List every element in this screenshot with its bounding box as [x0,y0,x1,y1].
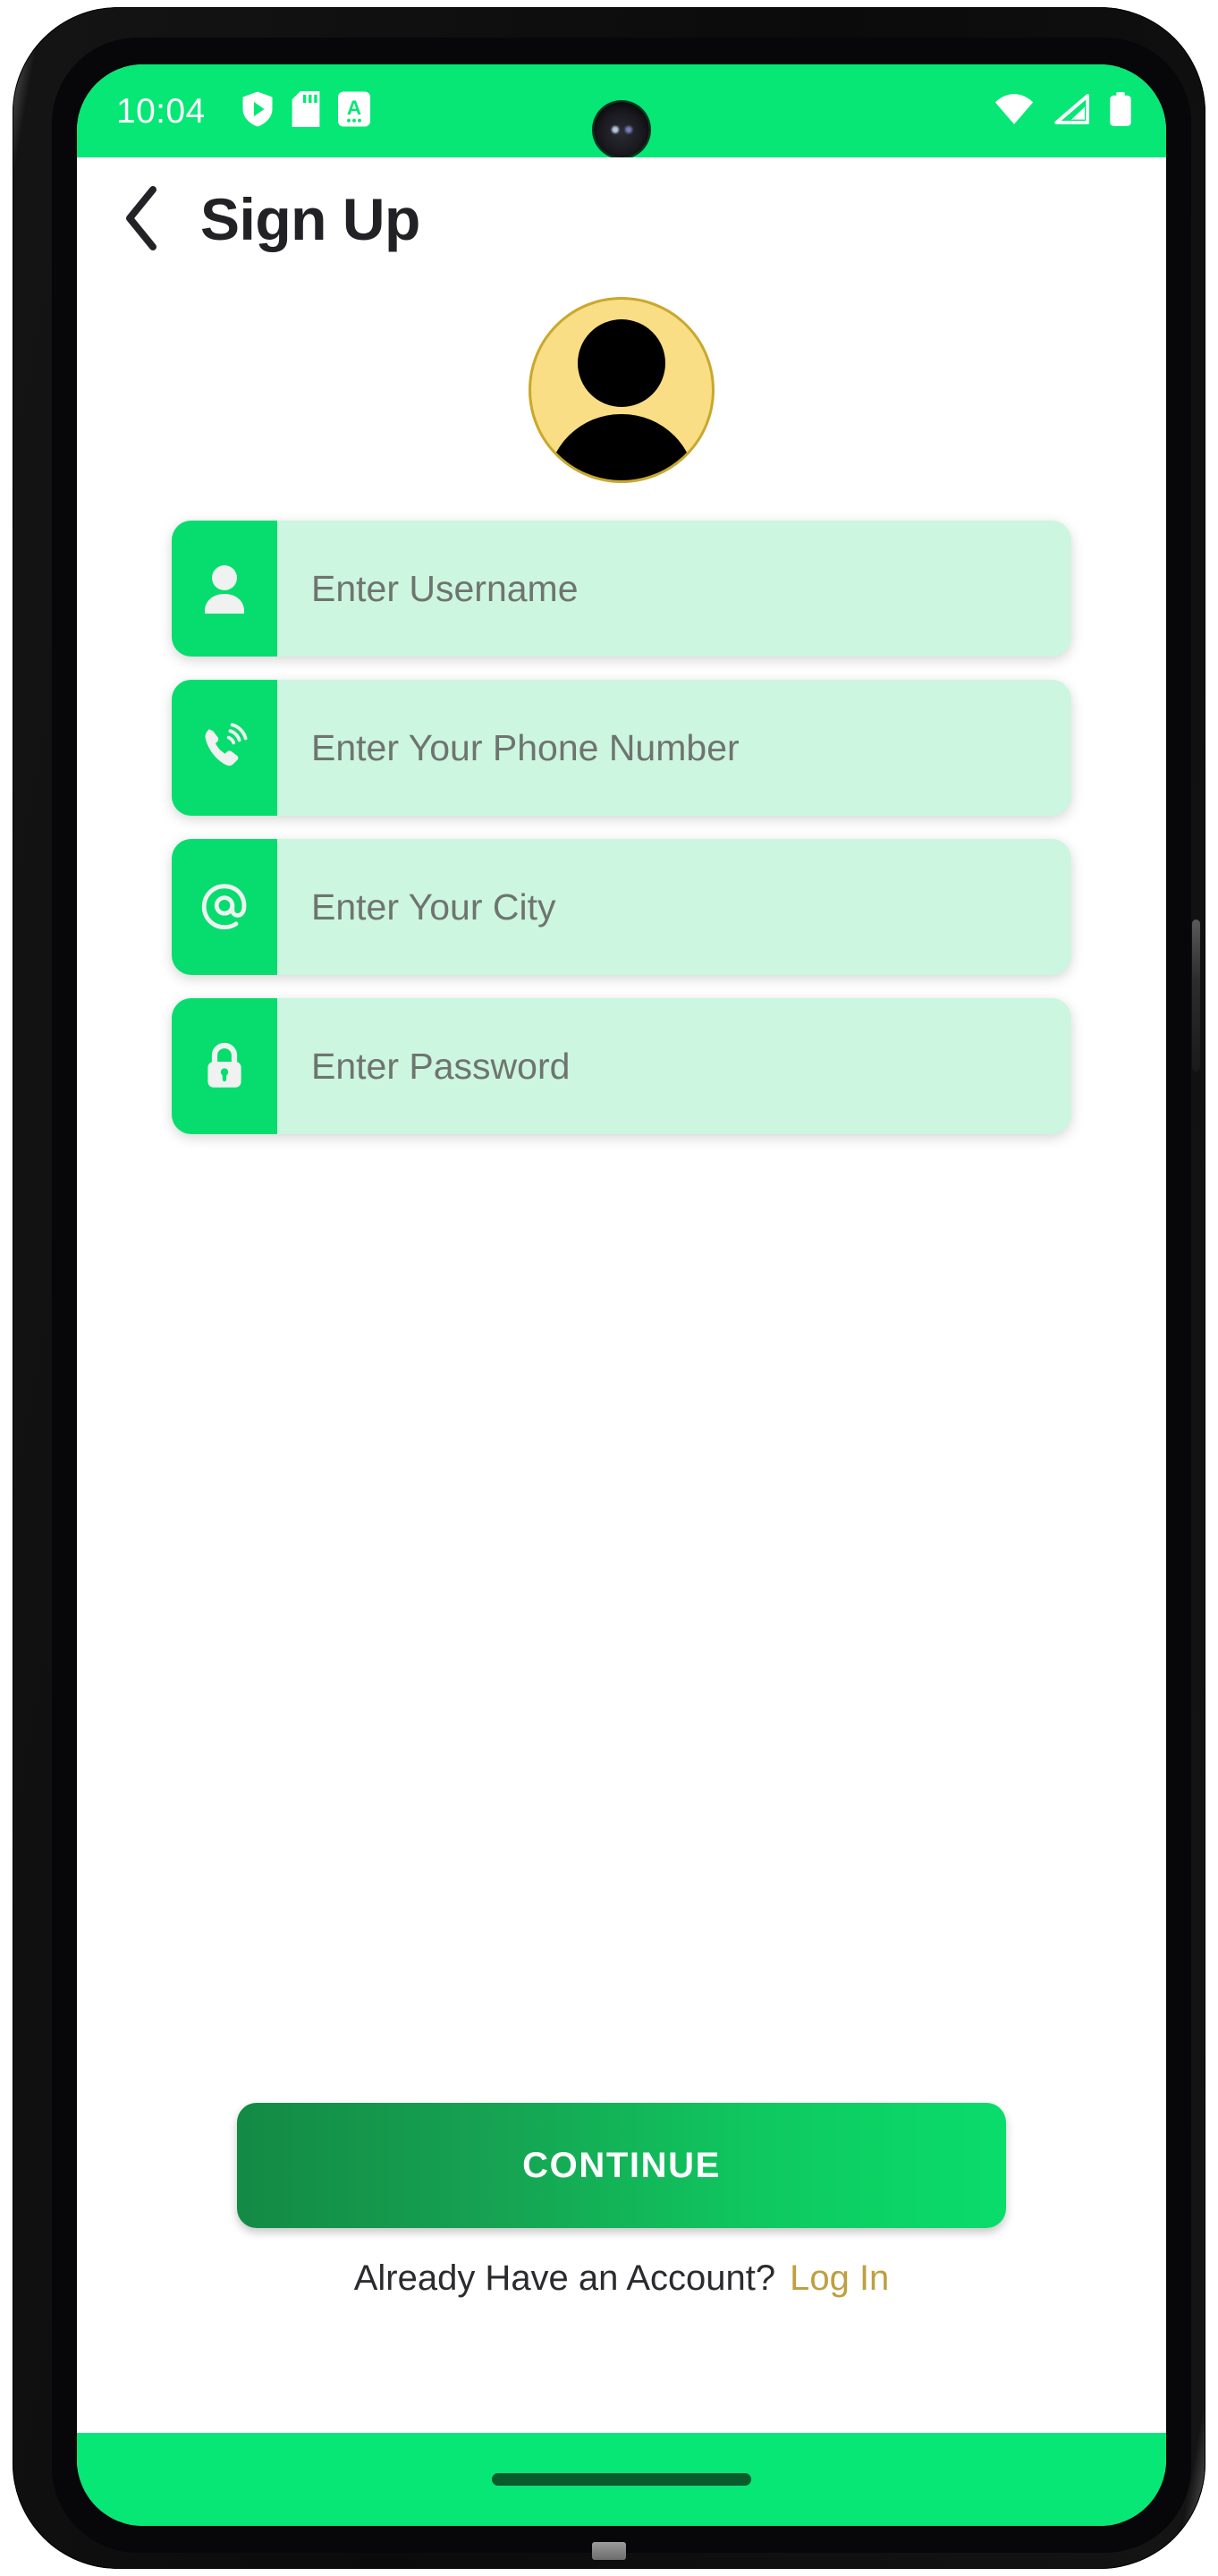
field-row-username [172,521,1071,657]
status-bar-left-icons: A [241,90,370,131]
app-bar: Sign Up [77,157,1166,252]
person-icon [172,521,277,657]
already-have-account-text: Already Have an Account? [353,2258,776,2298]
footer-row: Already Have an Account? Log In [77,2258,1166,2299]
wifi-icon [994,93,1034,129]
phone-frame: 10:04 A Sign Up Enter Username Enter You… [13,7,1205,2569]
username-input[interactable] [277,521,1071,657]
avatar[interactable] [529,297,715,483]
signup-form [77,521,1166,1134]
back-button[interactable] [118,185,166,250]
avatar-body-shape [547,414,696,480]
phone-bezel: 10:04 A Sign Up Enter Username Enter You… [52,38,1191,2553]
field-row-phone [172,680,1071,816]
password-input[interactable] [277,998,1071,1134]
phone-screen: 10:04 A Sign Up Enter Username Enter You… [77,64,1166,2526]
cellular-signal-icon [1053,93,1090,129]
phone-input[interactable] [277,680,1071,816]
status-bar-left: 10:04 A [116,90,370,131]
svg-text:A: A [346,97,360,119]
power-side-button[interactable] [1192,919,1200,1072]
at-sign-icon [172,839,277,975]
signup-screen: Sign Up Enter Username Enter Your Phone … [77,157,1166,2433]
avatar-container [77,297,1166,483]
person-avatar-icon [578,319,665,407]
cta-section: CONTINUE Already Have an Account? Log In [77,2103,1166,2299]
chevron-left-icon [123,185,162,253]
status-bar-right-icons [994,91,1132,131]
city-input[interactable] [277,839,1071,975]
field-row-city [172,839,1071,975]
text-detection-a-icon: A [337,91,370,131]
frame-bottom-antenna-notch [592,2542,626,2560]
lock-icon [172,998,277,1134]
phone-ring-icon [172,680,277,816]
continue-button[interactable]: CONTINUE [237,2103,1006,2228]
status-clock: 10:04 [116,91,206,131]
home-gesture-pill[interactable] [492,2473,751,2486]
battery-full-icon [1109,91,1132,131]
field-row-password [172,998,1071,1134]
front-camera-punch-hole [594,102,649,157]
page-title: Sign Up [200,186,420,252]
log-in-link[interactable]: Log In [790,2258,889,2299]
system-nav-bar [77,2433,1166,2526]
sd-card-icon [292,90,320,131]
play-protect-shield-icon [241,91,274,131]
